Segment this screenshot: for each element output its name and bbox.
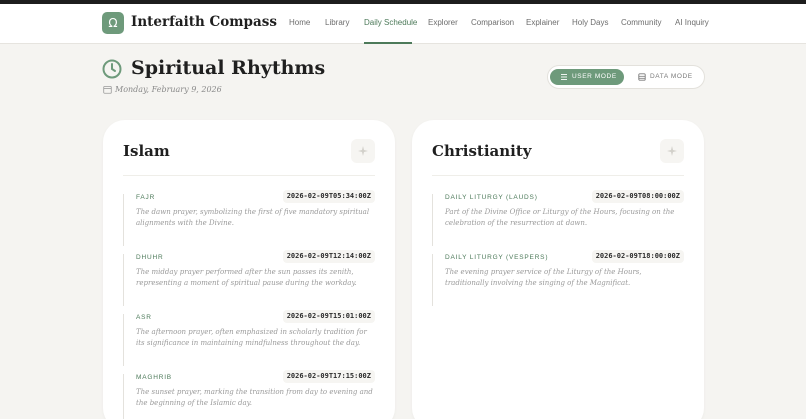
top-navigation-bar: Ω Interfaith Compass Home Library Daily … [0,4,806,44]
database-icon [638,73,646,81]
card-title: Islam [123,142,170,160]
card-title: Christianity [432,142,532,160]
schedule-entry: FAJR 2026-02-09T05:34:00Z The dawn praye… [123,190,375,246]
user-mode-button[interactable]: USER MODE [550,69,624,85]
entry-name: DHUHR [136,254,164,261]
active-tab-indicator [364,42,412,44]
entry-time: 2026-02-09T15:01:00Z [282,310,375,323]
page-title: Spiritual Rhythms [131,57,326,79]
entry-name: FAJR [136,194,156,201]
entry-name: ASR [136,314,152,321]
schedule-entry: MAGHRIB 2026-02-09T17:15:00Z The sunset … [123,370,375,419]
nav-item-explainer[interactable]: Explainer [526,18,559,27]
data-mode-button[interactable]: DATA MODE [632,69,702,85]
entry-name: DAILY LITURGY (VESPERS) [445,254,549,261]
entry-time: 2026-02-09T17:15:00Z [282,370,375,383]
entry-description: Part of the Divine Office or Liturgy of … [445,208,675,227]
entry-name: DAILY LITURGY (LAUDS) [445,194,538,201]
entry-name: MAGHRIB [136,374,172,381]
tradition-card-islam: Islam FAJR 2026-02-09T05:34:00Z The dawn… [103,120,395,419]
entry-time: 2026-02-09T08:00:00Z [591,190,684,203]
entry-description: The dawn prayer, symbolizing the first o… [136,208,370,227]
entry-description: The evening prayer service of the Liturg… [445,268,642,287]
schedule-entry: ASR 2026-02-09T15:01:00Z The afternoon p… [123,310,375,366]
entry-time: 2026-02-09T12:14:00Z [282,250,375,263]
sparkle-icon[interactable] [660,139,684,163]
calendar-icon [103,85,112,94]
mode-toggle: USER MODE DATA MODE [547,65,705,89]
entry-description: The sunset prayer, marking the transitio… [136,388,373,407]
clock-icon [102,59,122,79]
main-nav: Home Library Daily Schedule Explorer Com… [0,18,806,44]
card-divider [432,175,684,176]
schedule-entry: DAILY LITURGY (VESPERS) 2026-02-09T18:00… [432,250,684,306]
current-date: Monday, February 9, 2026 [115,85,222,94]
nav-item-home[interactable]: Home [289,18,310,27]
nav-item-library[interactable]: Library [325,18,349,27]
entry-description: The midday prayer performed after the su… [136,268,357,287]
schedule-entry: DHUHR 2026-02-09T12:14:00Z The midday pr… [123,250,375,306]
list-icon [561,74,567,80]
schedule-entry: DAILY LITURGY (LAUDS) 2026-02-09T08:00:0… [432,190,684,246]
user-mode-label: USER MODE [572,73,617,80]
nav-item-community[interactable]: Community [621,18,661,27]
tradition-card-christianity: Christianity DAILY LITURGY (LAUDS) 2026-… [412,120,704,419]
entry-time: 2026-02-09T05:34:00Z [282,190,375,203]
entry-description: The afternoon prayer, often emphasized i… [136,328,367,347]
nav-item-explorer[interactable]: Explorer [428,18,458,27]
entry-time: 2026-02-09T18:00:00Z [591,250,684,263]
nav-item-ai-inquiry[interactable]: AI Inquiry [675,18,709,27]
nav-item-daily-schedule[interactable]: Daily Schedule [364,18,417,27]
data-mode-label: DATA MODE [650,73,693,80]
sparkle-icon[interactable] [351,139,375,163]
nav-item-holy-days[interactable]: Holy Days [572,18,608,27]
card-divider [123,175,375,176]
nav-item-comparison[interactable]: Comparison [471,18,514,27]
